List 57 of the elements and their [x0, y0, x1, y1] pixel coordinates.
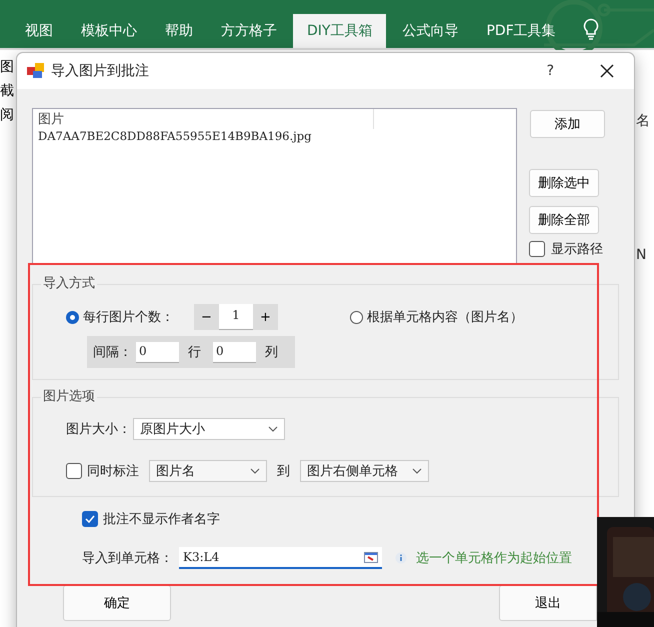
file-list[interactable]: 图片 DA7AA7BE2C8DD88FA55955E14B9BA196.jpg: [32, 108, 517, 265]
checkbox[interactable]: [82, 511, 98, 527]
checkbox-label: 批注不显示作者名字: [103, 511, 220, 528]
size-label: 图片大小：: [66, 421, 131, 438]
column-header[interactable]: 图片: [33, 109, 374, 129]
checkbox-label: 同时标注: [87, 463, 139, 480]
group-title: 图片选项: [41, 387, 97, 405]
ribbon-tab[interactable]: 模板中心: [69, 14, 149, 48]
dialog-button[interactable]: 退出: [499, 585, 597, 621]
ribbon-tab[interactable]: DIY工具箱: [293, 14, 386, 48]
ribbon-tab[interactable]: 公式向导: [390, 14, 470, 48]
ribbon-label: 阅: [0, 106, 14, 124]
group-title: 导入方式: [41, 274, 97, 292]
check-icon: [84, 513, 96, 525]
ribbon-label: 图: [0, 58, 14, 76]
radio-label: 根据单元格内容（图片名）: [367, 309, 523, 326]
cell-range-field[interactable]: K3:L4: [179, 547, 382, 569]
checkbox[interactable]: [529, 241, 545, 257]
chevron-down-icon: [412, 468, 422, 474]
ribbon-tab[interactable]: 方方格子: [209, 14, 289, 48]
file-list-item[interactable]: DA7AA7BE2C8DD88FA55955E14B9BA196.jpg: [33, 129, 516, 143]
lightbulb-icon[interactable]: [582, 18, 600, 40]
ribbon-tab[interactable]: 帮助: [153, 14, 205, 48]
dialog-title: 导入图片到批注: [51, 62, 149, 80]
ribbon-label: N: [636, 246, 648, 264]
ribbon-tab[interactable]: 视图: [13, 14, 65, 48]
spacing-label: 间隔：: [93, 344, 132, 361]
ribbon-tab[interactable]: PDF工具集: [474, 14, 568, 48]
radio-label: 每行图片个数：: [83, 309, 174, 326]
radio-button[interactable]: [66, 310, 79, 324]
ribbon-label: 名: [636, 112, 650, 130]
help-button[interactable]: ?: [540, 62, 560, 80]
ribbon-label: 截: [0, 82, 14, 100]
field-dropdown[interactable]: 图片名: [149, 460, 267, 482]
count-field[interactable]: 1: [219, 304, 253, 330]
radio-button[interactable]: [350, 310, 363, 324]
chevron-down-icon: [250, 468, 260, 474]
row-gap-field[interactable]: 0: [136, 342, 179, 362]
dialog-button[interactable]: 删除选中: [529, 169, 599, 197]
close-icon[interactable]: [600, 64, 614, 78]
chevron-down-icon: [268, 426, 278, 432]
unit-label: 列: [265, 344, 278, 361]
unit-label: 行: [188, 344, 201, 361]
dialog-button[interactable]: 添加: [530, 110, 605, 138]
dialog-button[interactable]: 删除全部: [529, 206, 599, 234]
hint-text: 选一个单元格作为起始位置: [416, 550, 572, 567]
to-label: 到: [277, 463, 290, 480]
app-icon: [27, 63, 45, 79]
target-cell-label: 导入到单元格：: [82, 550, 173, 567]
checkbox[interactable]: [66, 463, 82, 479]
checkbox-label: 显示路径: [551, 241, 603, 258]
dialog-button[interactable]: 确定: [63, 585, 171, 621]
range-picker-icon[interactable]: [364, 552, 378, 562]
target-dropdown[interactable]: 图片右侧单元格: [300, 460, 429, 482]
info-icon: [395, 552, 407, 564]
column-gap-field[interactable]: 0: [213, 342, 256, 362]
size-dropdown[interactable]: 原图片大小: [133, 418, 285, 440]
